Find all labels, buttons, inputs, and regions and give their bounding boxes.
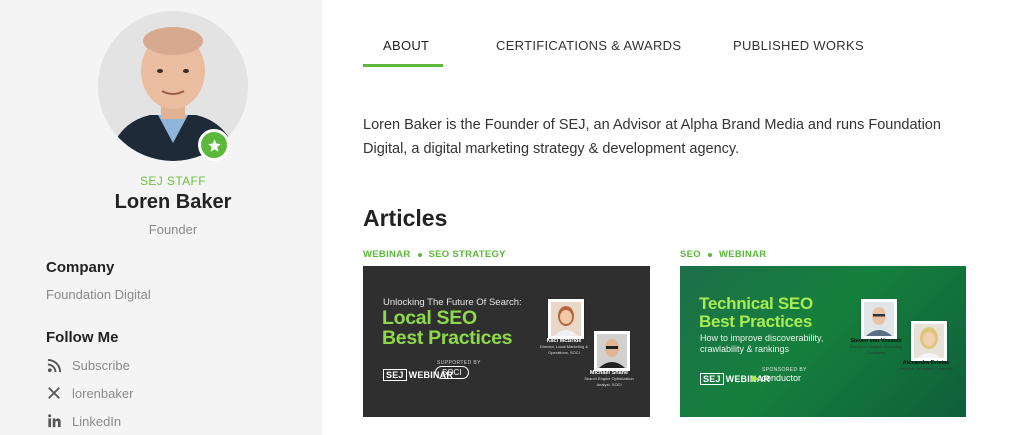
tag-link[interactable]: SEO STRATEGY — [429, 249, 506, 260]
author-name: Loren Baker — [114, 191, 232, 213]
tab-certifications-awards[interactable]: CERTIFICATIONS & AWARDS — [496, 38, 681, 53]
article-card-local-seo[interactable]: Unlocking The Future Of Search: Local SE… — [363, 266, 650, 417]
company-heading: Company — [46, 259, 115, 276]
staff-label: SEJ STAFF — [139, 174, 207, 188]
sponsor-logo: SOCI — [435, 366, 469, 379]
subscribe-link[interactable]: Subscribe — [46, 357, 130, 373]
rss-icon — [46, 357, 62, 373]
speaker-photo — [548, 299, 584, 339]
author-role: Founder — [148, 222, 198, 237]
active-tab-indicator — [363, 64, 443, 67]
tag-separator — [417, 252, 422, 257]
card-subtitle: How to improve discoverability, crawlabi… — [700, 333, 824, 354]
tab-about[interactable]: ABOUT — [383, 38, 429, 53]
profile-sidebar: SEJ STAFF Loren Baker Founder Company Fo… — [0, 0, 322, 435]
speaker-photo — [861, 299, 897, 339]
follow-heading: Follow Me — [46, 329, 119, 346]
article-tags: WEBINAR SEO STRATEGY — [363, 249, 506, 260]
tag-separator — [707, 252, 712, 257]
tag-link[interactable]: SEO — [680, 249, 701, 260]
x-profile-link[interactable]: lorenbaker — [46, 385, 133, 401]
speaker-name: Michael Shane Search Engine Optimization … — [584, 370, 634, 387]
articles-heading: Articles — [363, 205, 448, 231]
x-icon — [46, 385, 62, 401]
linkedin-icon — [46, 413, 62, 429]
x-handle-label: lorenbaker — [72, 385, 134, 401]
speaker-photo — [594, 331, 630, 371]
speaker-photo — [911, 321, 947, 361]
linkedin-link[interactable]: LinkedIn — [46, 413, 121, 429]
avatar-container — [98, 11, 248, 161]
speaker-name: Kaci McBride Director, Local Marketing & … — [539, 338, 589, 355]
subscribe-label: Subscribe — [72, 357, 130, 373]
tag-link[interactable]: WEBINAR — [363, 249, 411, 260]
sponsor-logo: ▶ conductor — [752, 373, 801, 383]
card-title: Local SEO Best Practices — [382, 307, 513, 349]
tab-published-works[interactable]: PUBLISHED WORKS — [733, 38, 864, 53]
article-tags: SEO WEBINAR — [680, 249, 766, 260]
company-name: Foundation Digital — [46, 287, 151, 302]
linkedin-label: LinkedIn — [72, 413, 122, 429]
tag-link[interactable]: WEBINAR — [719, 249, 767, 260]
speaker-name: Alexandra Dristas Principal Strategist, C… — [898, 360, 954, 371]
star-icon — [198, 129, 230, 161]
author-bio: Loren Baker is the Founder of SEJ, an Ad… — [363, 117, 941, 157]
card-title: Technical SEO Best Practices — [699, 294, 813, 331]
article-card-technical-seo[interactable]: Technical SEO Best Practices How to impr… — [680, 266, 966, 417]
speaker-name: Steven van Vessum Director of Organic Mar… — [849, 338, 903, 355]
